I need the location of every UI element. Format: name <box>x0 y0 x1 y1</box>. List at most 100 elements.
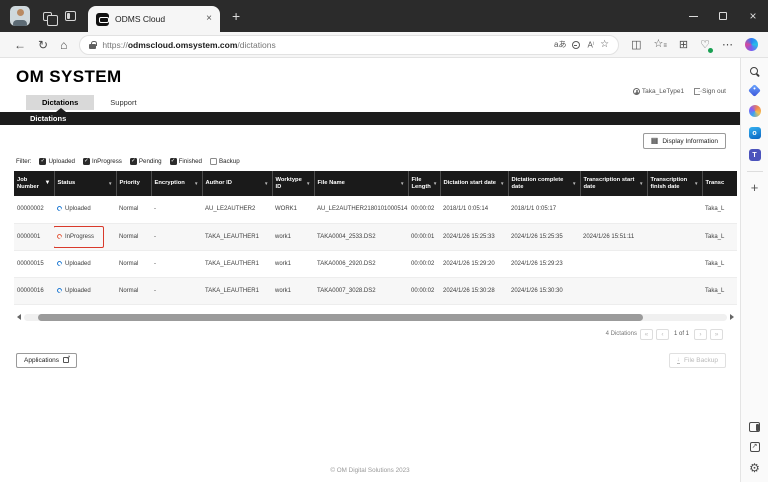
checkbox-backup[interactable]: ✓ <box>210 158 217 165</box>
favorite-star-icon[interactable]: ☆ <box>600 39 609 50</box>
om-system-logo: OM SYSTEM <box>16 67 122 86</box>
page-content: OM SYSTEM Taka_LeType1 Sign out Dictatio… <box>0 58 740 482</box>
scroll-right-icon[interactable] <box>730 314 737 320</box>
filter-pending[interactable]: ✓ Pending <box>129 158 162 165</box>
sort-icon[interactable]: ▼ <box>694 181 698 186</box>
sort-icon[interactable]: ▼ <box>400 181 404 186</box>
pagination-last-button[interactable]: » <box>710 328 723 340</box>
pagination-prev-button[interactable]: ‹ <box>655 328 669 340</box>
filter-bar: Filter: ✓ Uploaded ✓ InProgress ✓ Pending ✓… <box>16 158 740 165</box>
tab-actions-icon[interactable] <box>65 11 76 21</box>
cell-transcribe-author: Taka_L <box>702 196 737 224</box>
profile-avatar[interactable] <box>10 6 30 26</box>
split-screen-icon[interactable]: ◫ <box>631 39 641 51</box>
refresh-icon[interactable]: ↻ <box>38 39 48 51</box>
column-header-author-id[interactable]: Author ID ▼ <box>202 171 273 196</box>
outlook-icon[interactable]: o <box>748 127 761 139</box>
filter-backup[interactable]: ✓Backup <box>210 158 240 165</box>
column-header-job-number[interactable]: Job Number ▼ <box>14 171 55 196</box>
copilot-icon[interactable] <box>745 38 758 51</box>
favorites-icon[interactable]: ☆≡ <box>654 38 667 52</box>
column-header-priority[interactable]: Priority <box>116 171 152 196</box>
column-header-worktype-id[interactable]: Worktype ID ▼ <box>272 171 315 196</box>
cell-worktype-id: work1 <box>272 250 314 278</box>
sort-icon[interactable]: ▼ <box>306 181 310 186</box>
filter-uploaded[interactable]: ✓ Uploaded <box>39 158 75 165</box>
checkbox-finished[interactable]: ✓ <box>169 158 177 165</box>
close-button[interactable]: × <box>738 0 768 32</box>
browser-window: ODMS Cloud × + × ← ↻ ⌂ https://odmscloud… <box>0 0 768 482</box>
table-row[interactable]: 00000002 Uploaded Normal - AU_LE2AUTHER2… <box>14 196 737 224</box>
cell-transcription-finish <box>647 196 702 224</box>
table-row[interactable]: 0000001 InProgress Normal - TAKA_LEAUTHE… <box>14 223 737 251</box>
column-header-dictation-start[interactable]: Dictation start date ▼ <box>440 171 509 196</box>
sort-icon[interactable]: ▼ <box>45 180 51 187</box>
cell-transcription-start <box>580 250 647 278</box>
scroll-left-icon[interactable] <box>14 314 21 320</box>
translate-icon[interactable]: aあ <box>554 39 566 50</box>
column-header-dictation-complete[interactable]: Dictation complete date ▼ <box>508 171 581 196</box>
horizontal-scrollbar[interactable] <box>14 313 737 322</box>
cell-author-id: AU_LE2AUTHER2 <box>202 196 272 224</box>
pagination-next-button[interactable]: › <box>694 328 707 340</box>
filter-inprogress[interactable]: ✓ InProgress <box>82 158 122 165</box>
checkbox-pending[interactable]: ✓ <box>129 158 137 165</box>
open-external-icon[interactable]: ↗ <box>749 442 760 452</box>
workspaces-icon[interactable] <box>43 11 58 26</box>
display-information-button[interactable]: ▦ Display Information <box>642 133 726 149</box>
checkbox-uploaded[interactable]: ✓ <box>39 158 47 165</box>
scrollbar-thumb[interactable] <box>38 313 643 321</box>
settings-gear-icon[interactable]: ⚙ <box>749 462 760 474</box>
user-account[interactable]: Taka_LeType1 <box>632 88 685 95</box>
table-row[interactable]: 00000015 Uploaded Normal - TAKA_LEAUTHER… <box>14 250 737 278</box>
checkbox-inprogress[interactable]: ✓ <box>82 158 90 165</box>
column-header-status[interactable]: Status ▼ <box>54 171 117 196</box>
add-sidebar-app-icon[interactable]: + <box>751 181 759 194</box>
image-creator-icon[interactable] <box>748 105 761 117</box>
column-header-transcribe[interactable]: Transc <box>702 171 737 196</box>
column-header-transcription-start[interactable]: Transcription start date ▼ <box>580 171 648 196</box>
read-aloud-icon[interactable]: A) <box>587 40 594 50</box>
sidebar-panel-icon[interactable] <box>749 422 760 432</box>
back-icon[interactable]: ← <box>14 39 26 51</box>
zoom-out-icon[interactable] <box>572 40 581 49</box>
table-row[interactable]: 00000016 Uploaded Normal - TAKA_LEAUTHER… <box>14 277 737 305</box>
teams-icon[interactable]: T <box>748 149 761 161</box>
sort-icon[interactable]: ▼ <box>194 181 198 186</box>
file-backup-button[interactable]: ↓ File Backup <box>668 352 726 368</box>
collections-icon[interactable]: ⊞ <box>679 39 688 51</box>
user-name: Taka_LeType1 <box>641 88 685 95</box>
more-menu-icon[interactable]: ⋯ <box>722 39 733 51</box>
sort-icon[interactable]: ▼ <box>572 181 576 186</box>
column-header-transcription-finish[interactable]: Transcription finish date ▼ <box>647 171 703 196</box>
sign-out-button[interactable]: Sign out <box>694 88 726 95</box>
filter-finished[interactable]: ✓ Finished <box>169 158 202 165</box>
sort-icon[interactable]: ▼ <box>639 181 643 186</box>
sort-icon[interactable]: ▼ <box>433 181 437 186</box>
tab-support[interactable]: Support <box>94 95 152 110</box>
cell-file-name: TAKA0006_2920.DS2 <box>314 250 408 278</box>
pagination-first-button[interactable]: « <box>639 328 653 340</box>
cell-status: Uploaded <box>54 250 116 278</box>
column-header-file-length[interactable]: File Length ▼ <box>408 171 441 196</box>
sort-icon[interactable]: ▼ <box>264 181 268 186</box>
maximize-button[interactable] <box>708 0 738 32</box>
shopping-tag-icon[interactable] <box>748 84 761 97</box>
address-bar[interactable]: https://odmscloud.omsystem.com/dictation… <box>79 34 620 55</box>
home-icon[interactable]: ⌂ <box>60 39 67 51</box>
browser-tab[interactable]: ODMS Cloud × <box>88 6 220 32</box>
cell-encryption: - <box>151 196 202 224</box>
sort-icon[interactable]: ▼ <box>500 181 504 186</box>
column-header-file-name[interactable]: File Name ▼ <box>314 171 409 196</box>
column-header-encryption[interactable]: Encryption ▼ <box>151 171 203 196</box>
sort-icon[interactable]: ▼ <box>108 181 112 186</box>
applications-button[interactable]: Applications <box>16 352 78 368</box>
new-tab-button[interactable]: + <box>232 9 240 23</box>
essentials-badge <box>708 47 713 53</box>
minimize-button[interactable] <box>678 0 708 32</box>
browser-essentials-icon[interactable]: ♡ <box>700 39 713 53</box>
cell-author-id: TAKA_LEAUTHER1 <box>202 223 272 251</box>
scrollbar-track[interactable] <box>24 313 727 321</box>
search-icon[interactable] <box>750 67 759 76</box>
tab-close-icon[interactable]: × <box>206 14 212 24</box>
